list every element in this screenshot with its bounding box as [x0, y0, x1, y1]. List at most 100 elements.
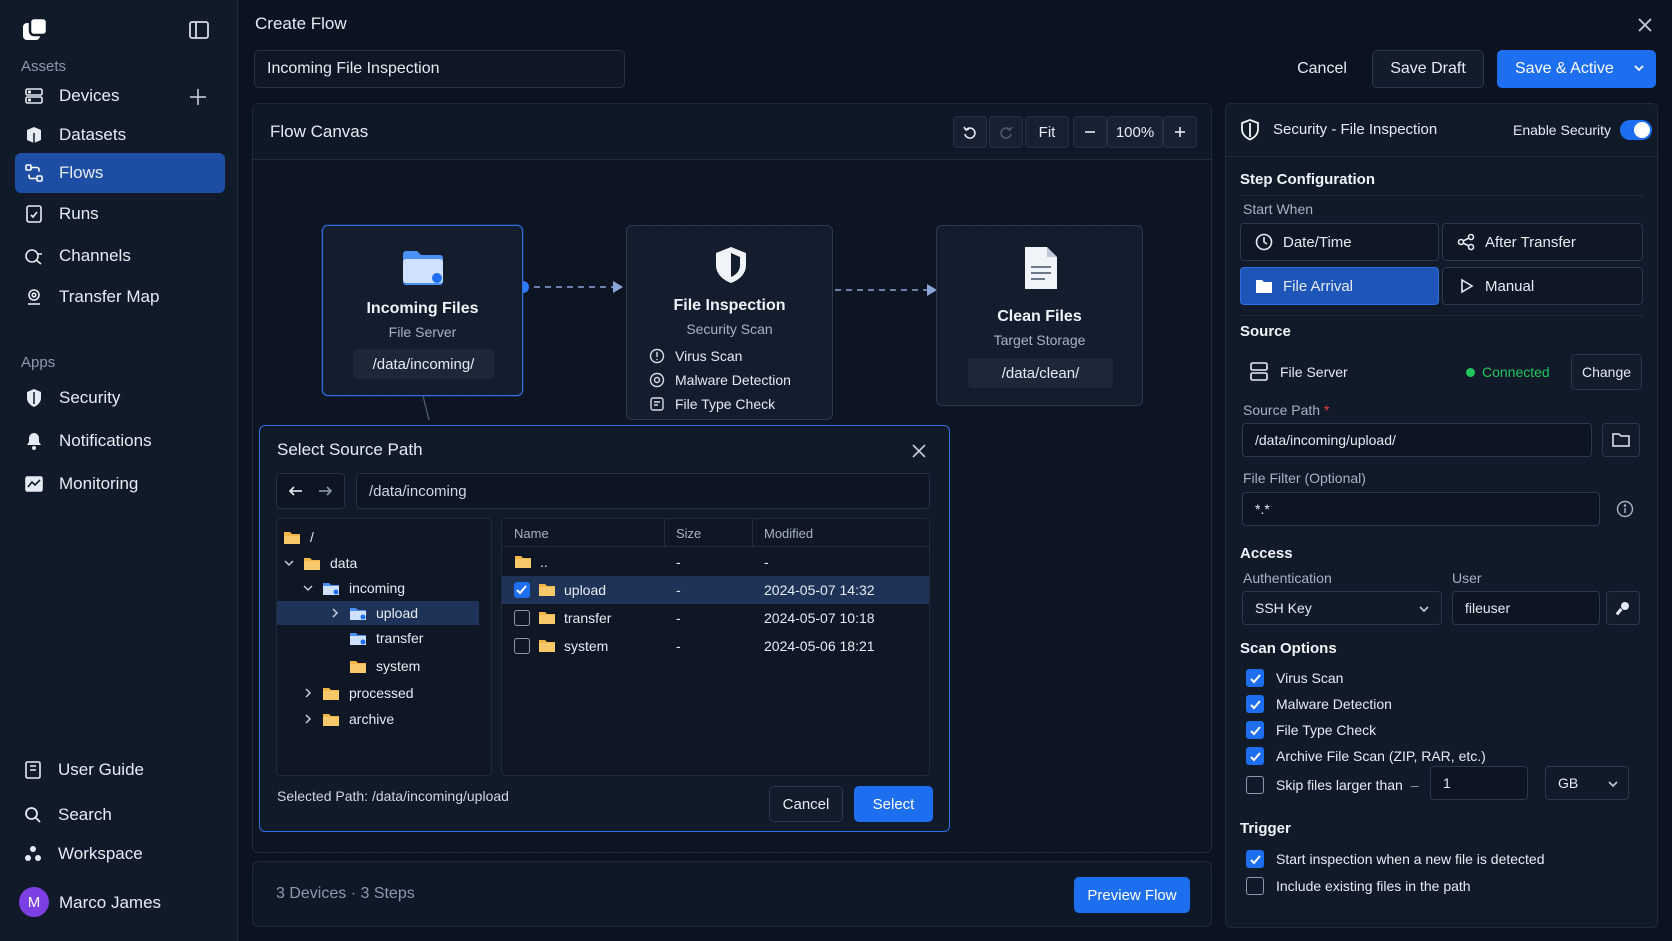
avatar[interactable]: M: [19, 887, 49, 917]
path-input[interactable]: /data/incoming: [356, 473, 930, 509]
checkbox-unchecked[interactable]: [1246, 776, 1264, 794]
column-size[interactable]: Size: [676, 526, 701, 541]
back-arrow-icon[interactable]: [288, 483, 304, 499]
workspace-icon: [22, 843, 44, 865]
enable-security-toggle[interactable]: [1620, 120, 1652, 140]
sidebar-item-search[interactable]: Search: [14, 795, 224, 835]
tree-item-transfer[interactable]: transfer: [349, 626, 423, 650]
chevron-down-icon[interactable]: [283, 557, 295, 569]
option-malware-detection[interactable]: Malware Detection: [1246, 695, 1392, 713]
sidebar-item-channels[interactable]: Channels: [15, 236, 225, 276]
sidebar-item-runs[interactable]: Runs: [15, 194, 225, 234]
assets-section-label: Assets: [21, 58, 67, 75]
skip-unit-select[interactable]: GB: [1545, 766, 1629, 800]
chevron-right-icon[interactable]: [302, 687, 314, 699]
info-icon[interactable]: [1616, 500, 1634, 518]
sidebar-item-monitoring[interactable]: Monitoring: [15, 464, 225, 504]
cancel-button[interactable]: Cancel: [1282, 50, 1362, 88]
table-row[interactable]: upload - 2024-05-07 14:32: [502, 576, 929, 604]
tree-item-processed[interactable]: processed: [302, 681, 414, 705]
node-incoming-files[interactable]: Incoming Files File Server /data/incomin…: [322, 225, 523, 396]
browse-folder-icon[interactable]: [1602, 423, 1640, 457]
skip-size-input[interactable]: 1: [1430, 766, 1528, 800]
user-name[interactable]: Marco James: [59, 893, 161, 913]
checkbox-checked[interactable]: [1246, 721, 1264, 739]
authentication-select[interactable]: SSH Key: [1242, 591, 1442, 625]
tree-item-system[interactable]: system: [349, 654, 420, 678]
checkbox-unchecked[interactable]: [1246, 877, 1264, 895]
sidebar-item-workspace[interactable]: Workspace: [14, 834, 224, 874]
forward-arrow-icon[interactable]: [317, 483, 333, 499]
node-file-inspection[interactable]: File Inspection Security Scan Virus Scan…: [626, 225, 833, 420]
checkbox-checked[interactable]: [1246, 669, 1264, 687]
column-name[interactable]: Name: [514, 526, 549, 541]
row-checkbox[interactable]: [514, 582, 530, 598]
sidebar-item-devices[interactable]: Devices: [15, 76, 225, 116]
sidebar-item-flows[interactable]: Flows: [15, 153, 225, 193]
share-icon: [1457, 233, 1475, 251]
tree-item-archive[interactable]: archive: [302, 707, 394, 731]
save-draft-button[interactable]: Save Draft: [1372, 50, 1484, 88]
node-clean-files[interactable]: Clean Files Target Storage /data/clean/: [936, 225, 1143, 406]
sidebar-item-datasets[interactable]: Datasets: [15, 115, 225, 155]
bug-icon: [649, 372, 665, 388]
key-icon[interactable]: [1606, 591, 1640, 625]
select-button[interactable]: Select: [854, 786, 933, 822]
file-list-header: Name Size Modified: [502, 519, 929, 547]
checkbox-checked[interactable]: [1246, 695, 1264, 713]
close-icon[interactable]: [910, 442, 928, 460]
sidebar-item-label: Flows: [59, 163, 104, 182]
flow-name-input[interactable]: Incoming File Inspection: [254, 50, 625, 88]
modal-nav: [276, 473, 345, 509]
sidebar-item-user-guide[interactable]: User Guide: [14, 750, 224, 790]
tree-item-upload[interactable]: upload: [277, 601, 479, 625]
sidebar-item-notifications[interactable]: Notifications: [15, 421, 225, 461]
tree-item-data[interactable]: data: [283, 551, 357, 575]
sidebar-item-label: Workspace: [58, 844, 143, 863]
row-checkbox[interactable]: [514, 638, 530, 654]
row-checkbox[interactable]: [514, 610, 530, 626]
trigger-file-arrival[interactable]: File Arrival: [1240, 267, 1439, 305]
chevron-down-icon[interactable]: [1632, 61, 1646, 75]
table-row[interactable]: .. - -: [502, 548, 929, 576]
trigger-manual[interactable]: Manual: [1442, 267, 1643, 305]
checkbox-checked[interactable]: [1246, 850, 1264, 868]
source-path-input[interactable]: /data/incoming/upload/: [1242, 423, 1592, 457]
trigger-date-time[interactable]: Date/Time: [1240, 223, 1439, 261]
sidebar-toggle-icon[interactable]: [188, 19, 210, 41]
file-filter-input[interactable]: *.*: [1242, 492, 1600, 526]
preview-flow-button[interactable]: Preview Flow: [1074, 877, 1190, 913]
trigger-after-transfer[interactable]: After Transfer: [1442, 223, 1643, 261]
chevron-right-icon[interactable]: [329, 607, 341, 619]
trigger-existing-files-option[interactable]: Include existing files in the path: [1246, 877, 1471, 895]
checkbox-checked[interactable]: [1246, 747, 1264, 765]
option-virus-scan[interactable]: Virus Scan: [1246, 669, 1343, 687]
trigger-new-file-option[interactable]: Start inspection when a new file is dete…: [1246, 850, 1545, 868]
option-archive-scan[interactable]: Archive File Scan (ZIP, RAR, etc.): [1246, 747, 1486, 765]
sidebar-item-transfer-map[interactable]: Transfer Map: [15, 277, 225, 317]
option-file-type-check[interactable]: File Type Check: [1246, 721, 1376, 739]
close-icon[interactable]: [1634, 14, 1656, 36]
sidebar-item-security[interactable]: Security: [15, 378, 225, 418]
folder-network-icon: [322, 581, 340, 596]
column-modified[interactable]: Modified: [764, 526, 813, 541]
chevron-down-icon[interactable]: [302, 582, 314, 594]
modal-cancel-button[interactable]: Cancel: [769, 786, 843, 822]
table-row[interactable]: transfer - 2024-05-07 10:18: [502, 604, 929, 632]
server-icon: [1250, 362, 1268, 382]
app-logo-icon[interactable]: [22, 17, 48, 43]
folder-icon: [303, 556, 321, 571]
tree-item-root[interactable]: /: [283, 525, 314, 549]
save-active-label: Save & Active: [1515, 60, 1614, 77]
start-when-label: Start When: [1243, 201, 1314, 217]
change-source-button[interactable]: Change: [1571, 354, 1642, 390]
table-row[interactable]: system - 2024-05-06 18:21: [502, 632, 929, 660]
sidebar-item-label: Channels: [59, 246, 131, 265]
chevron-right-icon[interactable]: [302, 713, 314, 725]
folder-icon: [1255, 277, 1273, 295]
user-input[interactable]: fileuser: [1452, 591, 1600, 625]
channels-icon: [23, 245, 45, 267]
save-active-button[interactable]: Save & Active: [1497, 50, 1656, 88]
tree-item-incoming[interactable]: incoming: [302, 576, 405, 600]
option-skip-large-files[interactable]: Skip files larger than –: [1246, 776, 1419, 794]
